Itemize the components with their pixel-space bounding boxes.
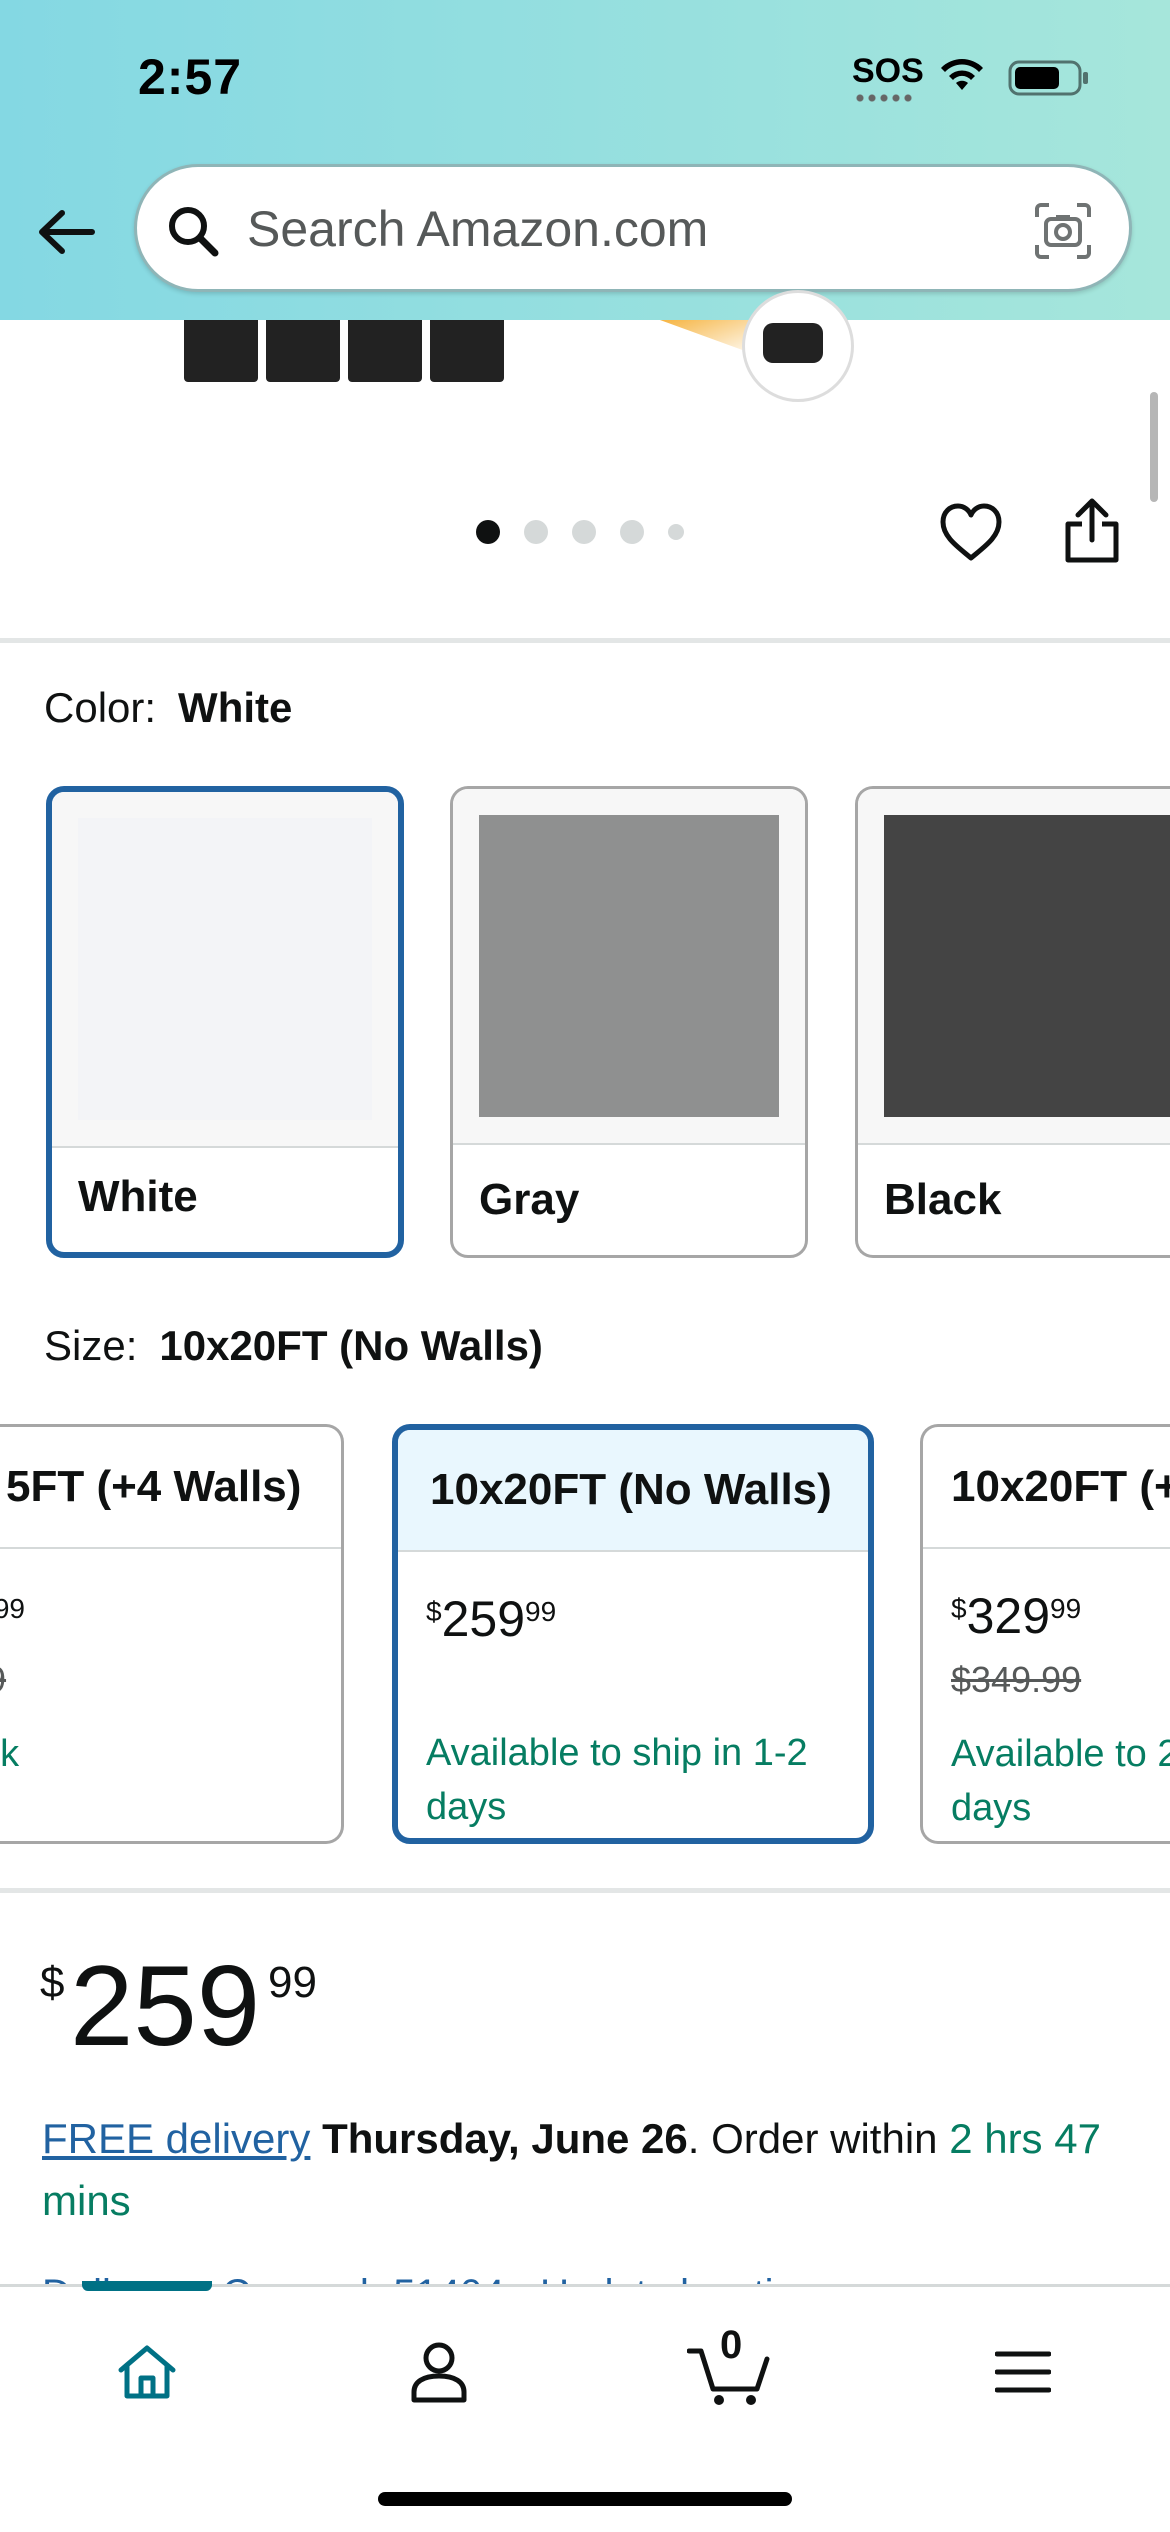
size-option-list-price: 99 [0, 1659, 6, 1701]
nav-account[interactable] [394, 2327, 484, 2417]
size-option-card[interactable]: 10x20FT (No Walls) $25999 Available to s… [392, 1424, 874, 1844]
back-button[interactable] [30, 196, 102, 268]
scroll-indicator [1150, 392, 1158, 502]
carousel-dot-5[interactable] [668, 524, 684, 540]
size-option-card[interactable]: 5FT (+4 Walls) 999 99 ock [0, 1424, 344, 1844]
carousel-dot-4[interactable] [620, 520, 644, 544]
nav-cart[interactable]: 0 [684, 2323, 774, 2417]
size-option-name: 10x20FT (+ [923, 1427, 1170, 1549]
color-option-label: Gray [479, 1175, 580, 1224]
signal-dots [854, 94, 914, 102]
size-option-availability: ock [0, 1733, 20, 1775]
delivery-info: FREE delivery Thursday, June 26. Order w… [42, 2108, 1132, 2232]
size-option-price: 999 [0, 1593, 25, 1624]
white-swatch-image [78, 818, 372, 1120]
camera-lens-icon[interactable] [1033, 201, 1093, 261]
size-option-price: $25999 [426, 1591, 557, 1647]
cart-count: 0 [720, 2323, 743, 2367]
color-option-black[interactable]: Black [855, 786, 1170, 1258]
size-option-availability: Available to 2 days [951, 1733, 1170, 1829]
active-tab-indicator [82, 2281, 212, 2291]
color-selected-value: White [178, 684, 293, 731]
wifi-icon [941, 59, 983, 90]
section-divider [0, 638, 1170, 643]
price-currency: $ [40, 1958, 65, 2007]
share-icon[interactable] [1062, 496, 1122, 566]
nav-home[interactable] [102, 2327, 192, 2417]
color-option-label: Black [884, 1175, 1002, 1224]
price-whole: 259 [70, 1943, 261, 2070]
carousel-dot-3[interactable] [572, 520, 596, 544]
size-option-price: $32999 [951, 1588, 1082, 1644]
color-option-label: White [78, 1172, 198, 1221]
size-option-availability: Available to ship in 1-2 days [426, 1732, 808, 1828]
size-option-name: 10x20FT (No Walls) [398, 1430, 868, 1552]
product-image-peek [184, 320, 504, 382]
color-option-gray[interactable]: Gray [450, 786, 808, 1258]
user-icon [411, 2342, 467, 2403]
search-input[interactable] [247, 189, 1027, 269]
home-indicator [378, 2492, 792, 2506]
section-divider [0, 1888, 1170, 1893]
hamburger-menu-icon [995, 2351, 1051, 2393]
home-icon [118, 2345, 176, 2399]
product-image-carousel[interactable] [0, 290, 1170, 640]
size-label-row: Size: 10x20FT (No Walls) [44, 1322, 543, 1370]
carousel-dots [476, 520, 684, 544]
carousel-dot-1[interactable] [476, 520, 500, 544]
delivery-date: Thursday, June 26 [322, 2115, 688, 2162]
size-selected-value: 10x20FT (No Walls) [159, 1322, 543, 1369]
nav-menu[interactable] [978, 2327, 1068, 2417]
size-option-card[interactable]: 10x20FT (+ $32999 $349.99 Available to 2… [920, 1424, 1170, 1844]
size-option-list-price: $349.99 [951, 1659, 1082, 1700]
search-bar[interactable] [134, 164, 1132, 292]
price-fraction: 99 [268, 1958, 317, 2007]
black-swatch-image [884, 815, 1170, 1117]
back-arrow-icon [39, 210, 95, 254]
color-label: Color: [44, 684, 157, 731]
search-icon [169, 207, 219, 257]
gray-swatch-image [479, 815, 779, 1117]
color-label-row: Color: White [44, 684, 292, 732]
order-within-text: . Order within [687, 2115, 950, 2162]
product-wheel-inset [742, 290, 854, 402]
carousel-dot-2[interactable] [524, 520, 548, 544]
header: 2:57 SOS [0, 0, 1170, 320]
sos-indicator: SOS [852, 52, 924, 90]
battery-icon [1008, 60, 1088, 96]
heart-icon[interactable] [938, 500, 1004, 566]
free-delivery-link[interactable]: FREE delivery [42, 2115, 310, 2162]
color-option-white[interactable]: White [46, 786, 404, 1258]
size-label: Size: [44, 1322, 138, 1369]
status-time: 2:57 [138, 49, 243, 105]
size-option-name: 5FT (+4 Walls) [0, 1427, 341, 1549]
